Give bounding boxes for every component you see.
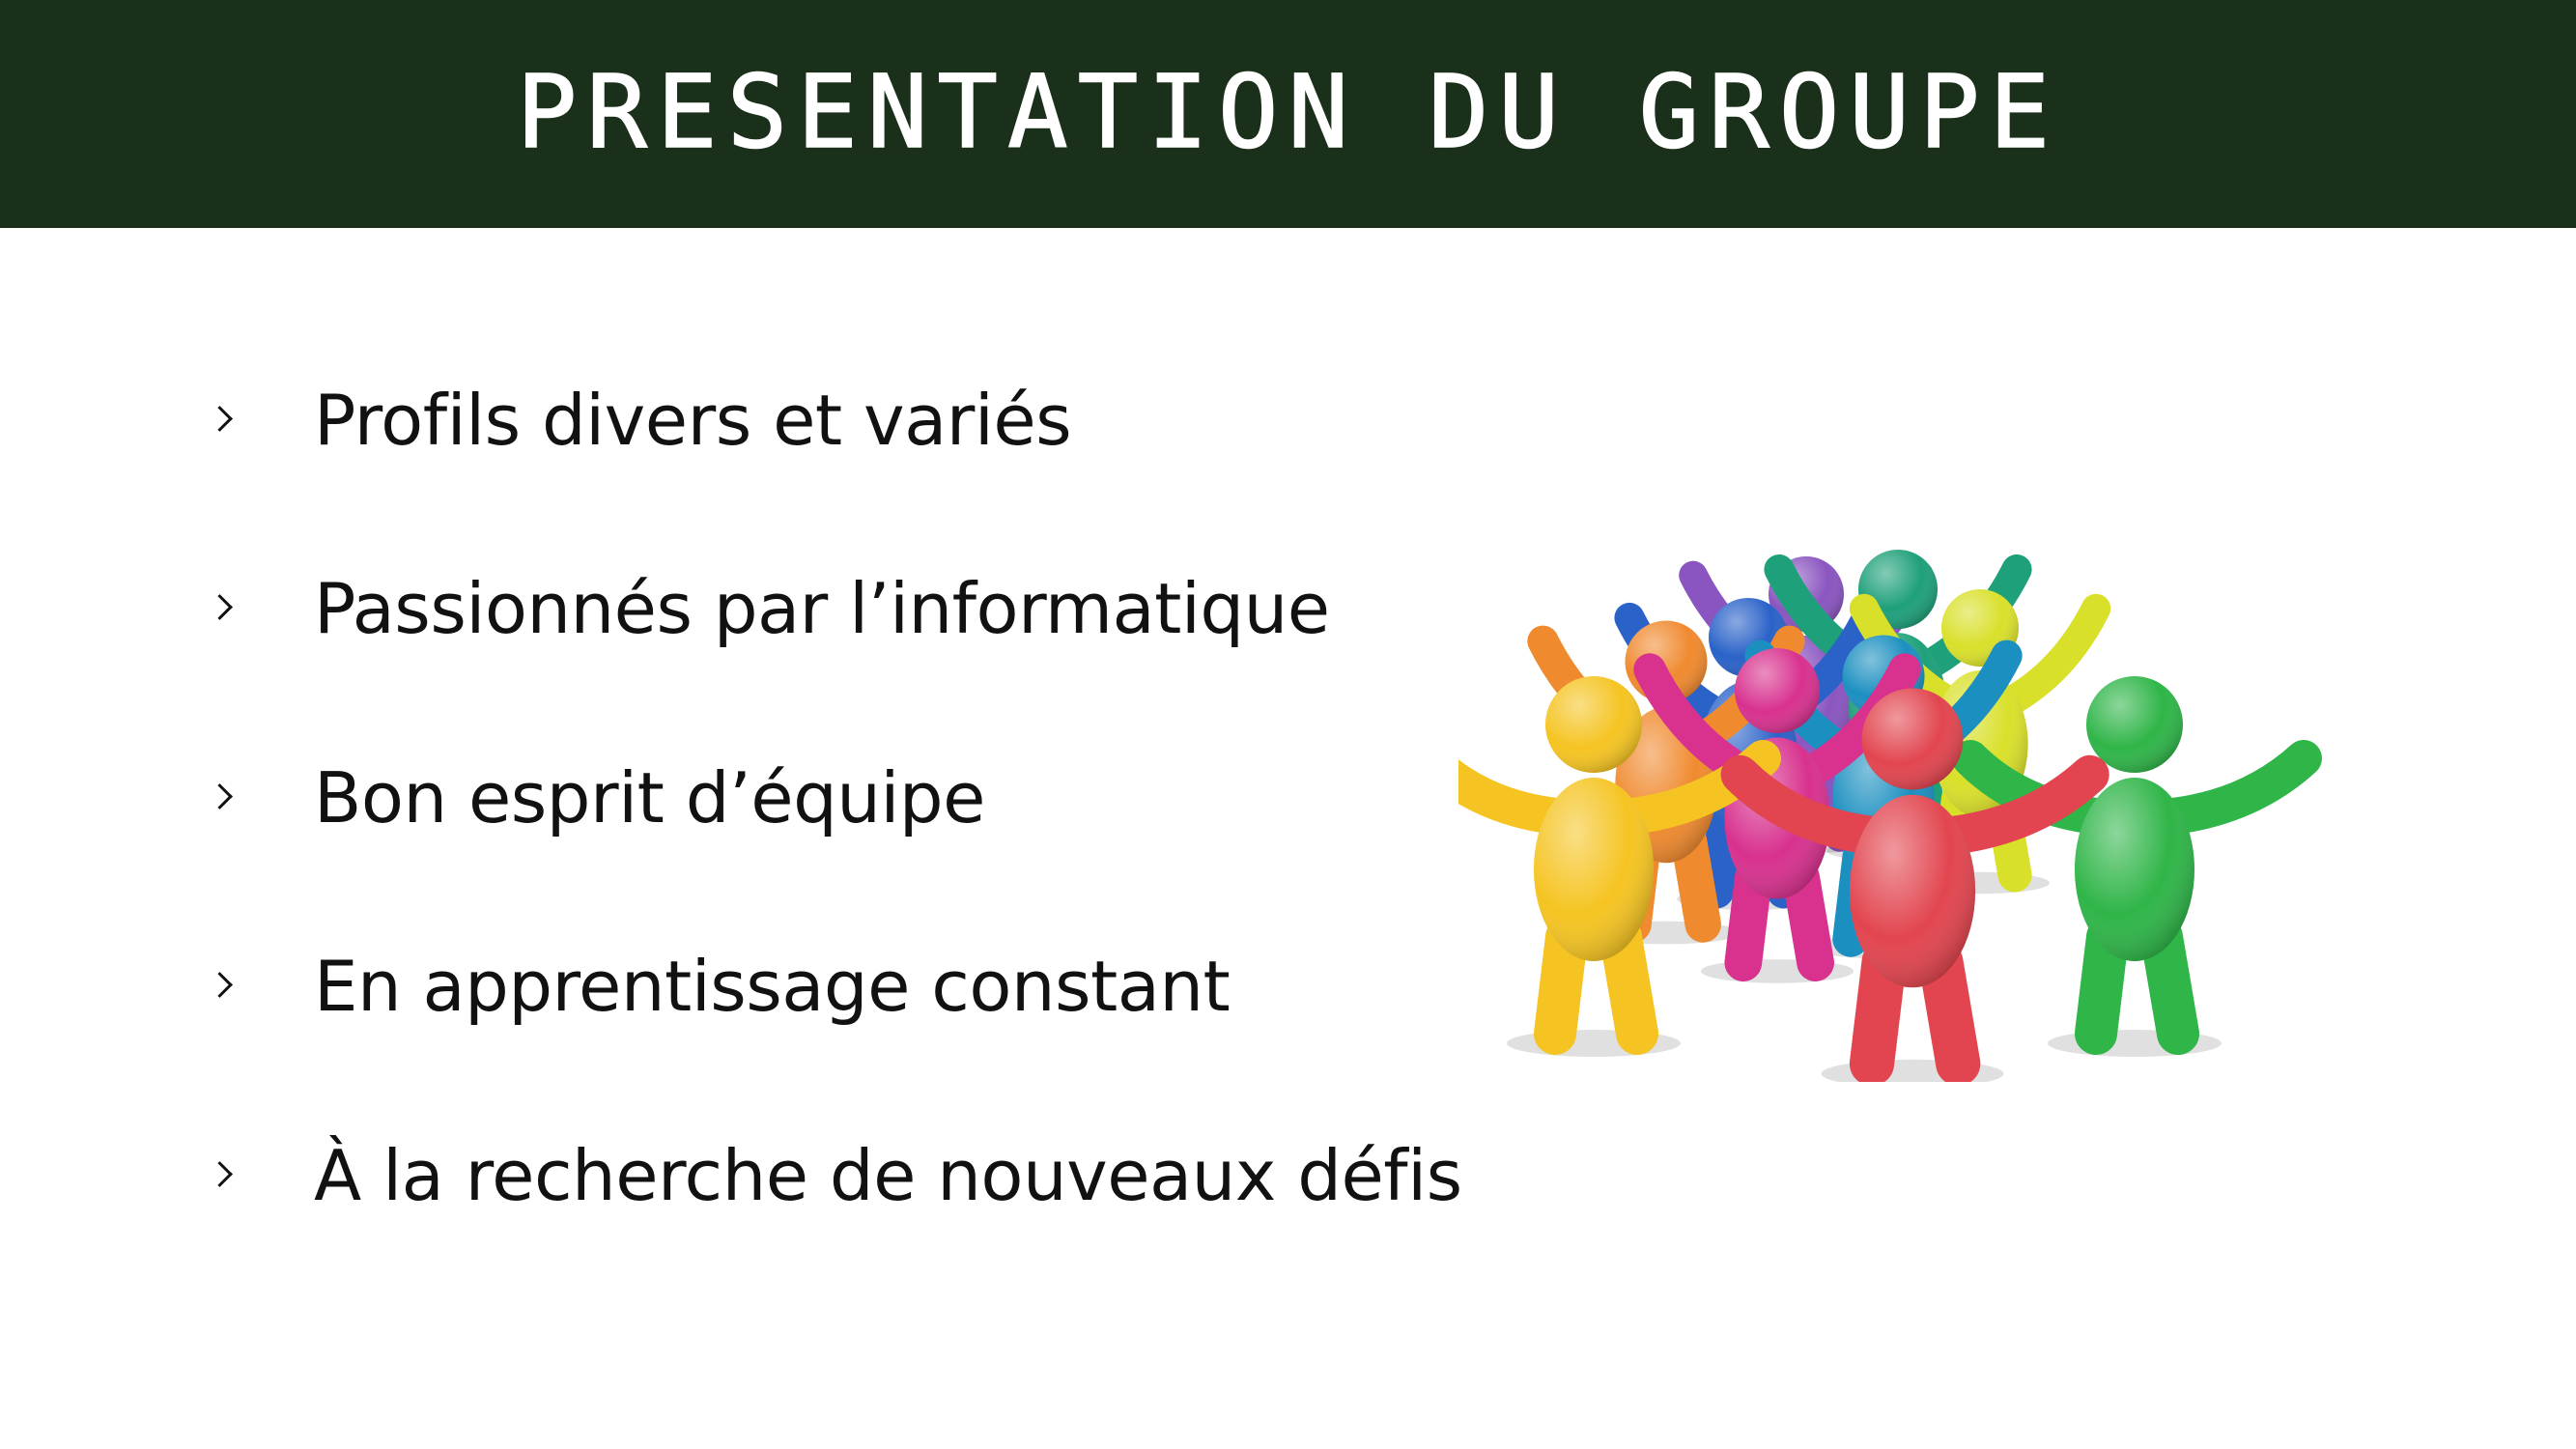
bullet-text: À la recherche de nouveaux défis <box>314 1135 1462 1216</box>
title-bar: PRESENTATION DU GROUPE <box>0 0 2576 228</box>
list-item: Bon esprit d’équipe <box>207 745 985 851</box>
chevron-right-icon <box>207 593 233 620</box>
chevron-right-icon <box>207 782 233 810</box>
chevron-right-icon <box>207 405 233 432</box>
bullet-text: Profils divers et variés <box>314 380 1072 461</box>
bullet-text: Passionnés par l’informatique <box>314 568 1330 649</box>
list-item: Profils divers et variés <box>207 367 1072 473</box>
list-item: En apprentissage constant <box>207 933 1231 1039</box>
chevron-right-icon <box>207 971 233 998</box>
chevron-right-icon <box>207 1160 233 1187</box>
list-item: À la recherche de nouveaux défis <box>207 1122 1462 1229</box>
list-item: Passionnés par l’informatique <box>207 555 1330 662</box>
team-figures-illustration <box>1458 550 2322 1082</box>
bullet-text: En apprentissage constant <box>314 946 1231 1027</box>
bullet-text: Bon esprit d’équipe <box>314 757 985 838</box>
page-title: PRESENTATION DU GROUPE <box>516 52 2060 172</box>
